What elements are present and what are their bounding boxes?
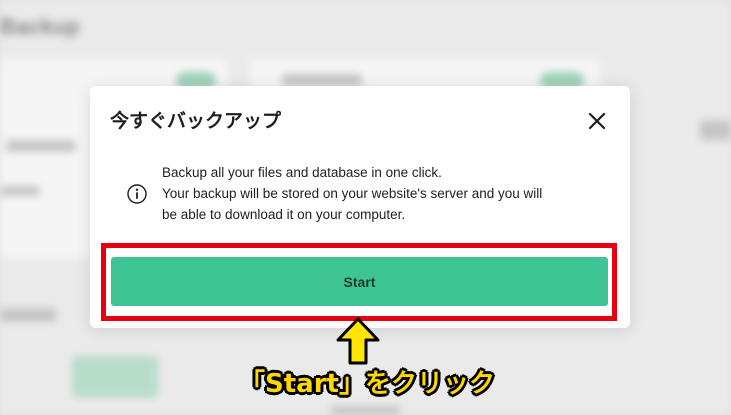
message-line: Backup all your files and database in on… — [162, 165, 442, 180]
message-line: Your backup will be stored on your websi… — [162, 186, 543, 201]
modal-message: Backup all your files and database in on… — [126, 162, 606, 225]
modal-title: 今すぐバックアップ — [110, 110, 282, 132]
message-line: be able to download it on your computer. — [162, 207, 406, 222]
info-icon — [127, 183, 147, 204]
instruction-caption: 「Start」をクリック — [239, 369, 495, 399]
close-icon — [588, 112, 606, 130]
modal-description: Backup all your files and database in on… — [162, 162, 542, 225]
highlight-box — [101, 243, 617, 321]
close-button[interactable] — [586, 110, 608, 132]
up-arrow-icon — [336, 317, 380, 365]
